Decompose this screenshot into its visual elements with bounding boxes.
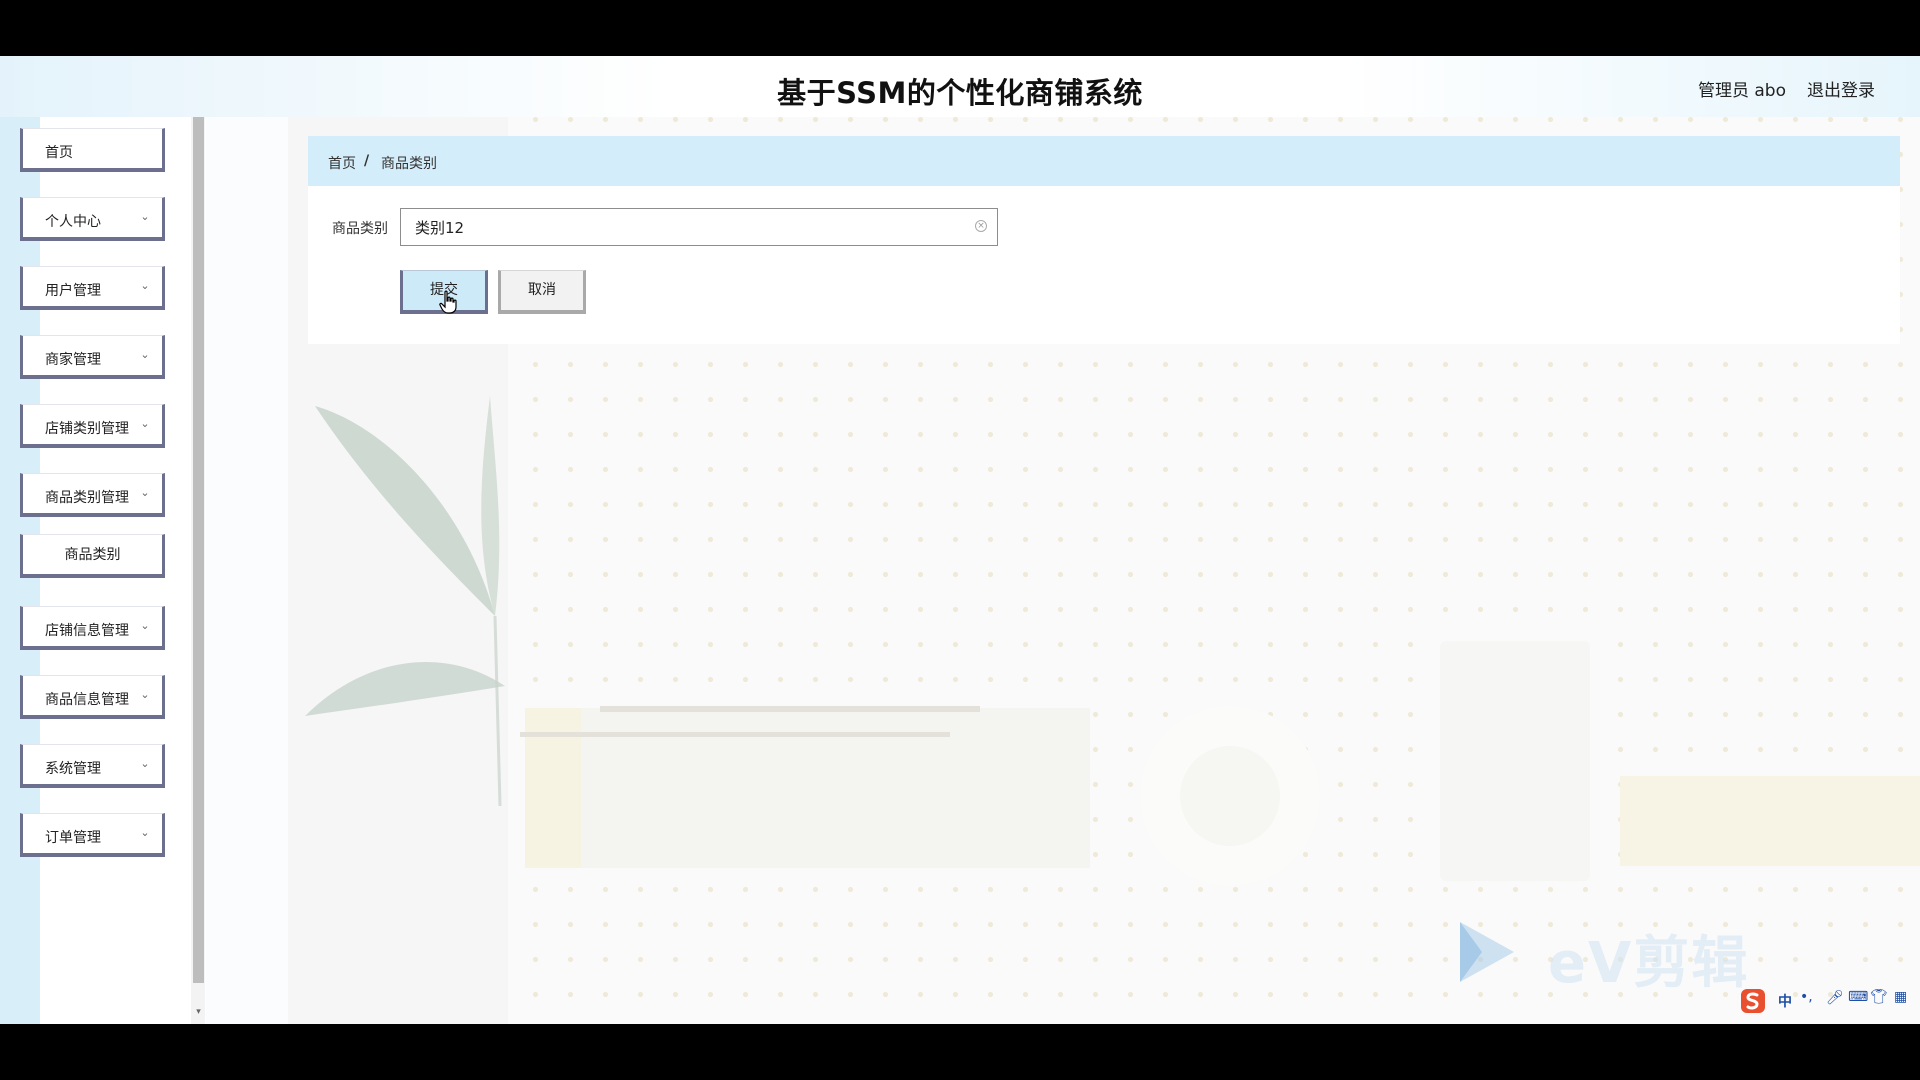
sidebar-item-label: 个人中心 xyxy=(45,214,101,230)
breadcrumb: 首页 / 商品类别 xyxy=(308,136,1900,186)
decor-ring xyxy=(1140,706,1320,886)
sidebar-item-label: 商品类别管理 xyxy=(45,490,129,506)
logout-link[interactable]: 退出登录 xyxy=(1807,76,1875,101)
scroll-down-arrow-icon[interactable]: ▾ xyxy=(193,1007,204,1017)
chevron-down-icon: ⌄ xyxy=(140,757,150,770)
app-screen: 基于SSM的个性化商铺系统 管理员 abo 退出登录 ▾ 首页 个人中心 ⌄ 用… xyxy=(0,56,1920,1024)
sidebar-item-label: 首页 xyxy=(45,145,73,161)
category-input[interactable] xyxy=(401,209,961,245)
sidebar-item-user-management[interactable]: 用户管理 ⌄ xyxy=(20,266,165,310)
sidebar-item-personal-center[interactable]: 个人中心 ⌄ xyxy=(20,197,165,241)
video-letterbox-bottom xyxy=(0,1024,1920,1080)
chevron-down-icon: ⌄ xyxy=(140,619,150,632)
plant-decoration xyxy=(305,396,505,806)
decor-shelf xyxy=(600,706,980,712)
decor-shelf xyxy=(520,732,950,737)
sidebar-item-label: 店铺类别管理 xyxy=(45,421,129,437)
sidebar-item-merchant-management[interactable]: 商家管理 ⌄ xyxy=(20,335,165,379)
clear-icon[interactable]: × xyxy=(975,220,987,232)
ime-mode-label[interactable]: 中 xyxy=(1778,991,1792,1011)
sidebar-item-label: 用户管理 xyxy=(45,283,101,299)
sidebar-item-product-category-management[interactable]: 商品类别管理 ⌄ xyxy=(20,473,165,517)
site-title: 基于SSM的个性化商铺系统 xyxy=(777,76,1143,110)
sidebar-item-order-management[interactable]: 订单管理 ⌄ xyxy=(20,813,165,857)
microphone-icon[interactable]: 🎤︎ xyxy=(1826,990,1844,1006)
current-user: 管理员 abo xyxy=(1697,81,1786,101)
cancel-button[interactable]: 取消 xyxy=(498,270,586,314)
toolbox-grid-icon[interactable]: ▦ xyxy=(1894,989,1907,1005)
category-input-wrapper: × xyxy=(400,208,998,246)
decor-box xyxy=(1620,776,1920,866)
sidebar-item-label: 系统管理 xyxy=(45,761,101,777)
category-field-label: 商品类别 xyxy=(332,221,388,237)
keyboard-icon[interactable]: ⌨ xyxy=(1848,989,1868,1005)
breadcrumb-current: 商品类别 xyxy=(381,156,437,172)
chevron-down-icon: ⌄ xyxy=(140,348,150,361)
chevron-down-icon: ⌄ xyxy=(140,486,150,499)
watermark-text: eV剪辑 xyxy=(1548,931,1750,996)
chevron-down-icon: ⌄ xyxy=(140,688,150,701)
skin-shirt-icon[interactable]: 👕︎ xyxy=(1870,989,1888,1005)
sogou-logo-icon[interactable] xyxy=(1740,988,1766,1014)
top-header: 基于SSM的个性化商铺系统 管理员 abo 退出登录 xyxy=(0,56,1920,117)
sidebar-item-label: 商品信息管理 xyxy=(45,692,129,708)
sidebar-subitem-product-category[interactable]: 商品类别 xyxy=(20,534,165,578)
decor-cylinder xyxy=(1440,641,1590,881)
ime-punct-label[interactable]: •, xyxy=(1800,989,1813,1005)
chevron-down-icon: ⌄ xyxy=(140,417,150,430)
sidebar-item-home[interactable]: 首页 xyxy=(20,128,165,172)
sidebar-item-shop-category-management[interactable]: 店铺类别管理 ⌄ xyxy=(20,404,165,448)
video-letterbox-top xyxy=(0,0,1920,56)
ev-watermark-play-icon xyxy=(1460,922,1514,982)
chevron-down-icon: ⌄ xyxy=(140,279,150,292)
sidebar-item-label: 商家管理 xyxy=(45,352,101,368)
sidebar-item-shop-info-management[interactable]: 店铺信息管理 ⌄ xyxy=(20,606,165,650)
sidebar-item-product-info-management[interactable]: 商品信息管理 ⌄ xyxy=(20,675,165,719)
breadcrumb-home[interactable]: 首页 xyxy=(328,153,356,173)
sidebar-item-system-management[interactable]: 系统管理 ⌄ xyxy=(20,744,165,788)
ime-toolbar: 中 •, 🎤︎ ⌨ 👕︎ ▦ xyxy=(1740,986,1920,1016)
chevron-down-icon: ⌄ xyxy=(140,210,150,223)
chevron-down-icon: ⌄ xyxy=(140,826,150,839)
sidebar-item-label: 店铺信息管理 xyxy=(45,623,129,639)
sidebar-item-label: 订单管理 xyxy=(45,830,101,846)
breadcrumb-separator: / xyxy=(364,153,370,169)
hand-cursor-icon xyxy=(439,290,457,314)
sidebar-scrollbar-thumb[interactable] xyxy=(193,117,204,983)
category-form: 商品类别 × 提交 取消 xyxy=(308,186,1900,344)
